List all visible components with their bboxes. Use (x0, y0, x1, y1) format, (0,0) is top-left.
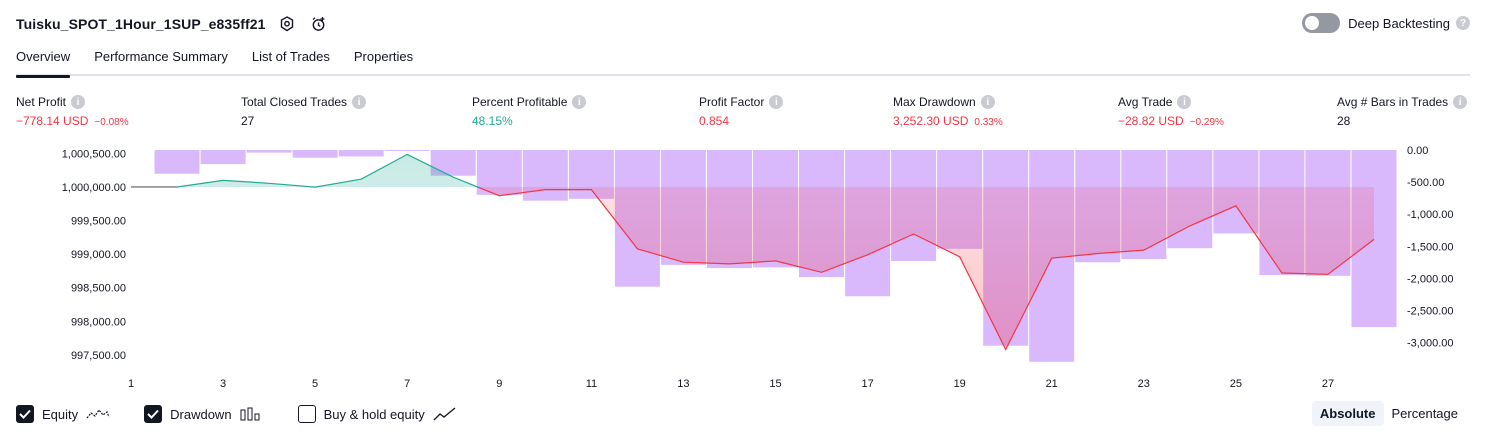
metric-max-drawdown: Max Drawdown i 3,252.30 USD 0.33% (893, 94, 1003, 128)
metric-value: 48.15% (472, 114, 513, 128)
metric-label: Percent Profitable (472, 95, 568, 109)
metric-value: 3,252.30 USD (893, 114, 969, 128)
chart-legend: Equity Drawdown Buy & hold equity (16, 403, 491, 425)
metric-label: Profit Factor (699, 95, 765, 109)
left-axis-tick: 997,500.00 (71, 350, 126, 362)
drawdown-bar[interactable] (338, 150, 384, 157)
left-axis-tick: 998,500.00 (71, 283, 126, 295)
absolute-button[interactable]: Absolute (1311, 401, 1384, 426)
strategy-header: Tuisku_SPOT_1Hour_1SUP_e835ff21 (16, 12, 330, 36)
drawdown-bar[interactable] (154, 150, 200, 174)
metric-label: Avg Trade (1118, 95, 1173, 109)
x-axis-tick: 7 (404, 378, 410, 390)
metric-profit-factor: Profit Factor i 0.854 (699, 94, 784, 128)
buy-hold-checkbox[interactable] (297, 405, 316, 423)
info-icon[interactable]: i (572, 95, 587, 109)
tab-list-of-trades[interactable]: List of Trades (252, 46, 330, 76)
drawdown-bar[interactable] (292, 150, 338, 158)
bar-chart-icon (240, 406, 264, 422)
x-axis-tick: 1 (128, 378, 134, 390)
info-icon[interactable]: i (980, 95, 995, 109)
info-icon[interactable]: i (1453, 95, 1468, 109)
right-axis-tick: 0.00 (1407, 145, 1428, 157)
info-icon[interactable]: i (71, 95, 86, 109)
left-axis-tick: 1,000,500.00 (62, 148, 126, 160)
info-icon[interactable]: i (1177, 95, 1192, 109)
value-mode-switch: Absolute Percentage (1311, 401, 1467, 426)
metric-percent: −0.29% (1189, 117, 1224, 128)
deep-backtesting-toggle[interactable] (1302, 13, 1341, 33)
metric-value: −778.14 USD (16, 114, 89, 128)
right-axis-tick: -1,500.00 (1407, 241, 1453, 253)
drawdown-bar[interactable] (384, 150, 430, 151)
equity-checkbox[interactable] (16, 405, 34, 423)
info-icon[interactable]: i (352, 95, 367, 109)
x-axis-tick: 27 (1322, 378, 1334, 390)
drawdown-checkbox[interactable] (144, 405, 163, 423)
metric-label: Avg # Bars in Trades (1337, 95, 1449, 109)
left-axis-tick: 1,000,000.00 (62, 182, 126, 194)
metric-label: Max Drawdown (893, 95, 976, 109)
metric-label: Net Profit (16, 95, 67, 109)
metric-avg-trade: Avg Trade i −28.82 USD −0.29% (1118, 94, 1224, 128)
metric-value: 28 (1337, 114, 1351, 128)
trend-line-icon (433, 406, 457, 422)
tab-properties[interactable]: Properties (354, 46, 413, 76)
equity-toggle[interactable]: Equity (16, 405, 110, 423)
drawdown-label: Drawdown (170, 406, 232, 422)
right-axis-tick: -3,000.00 (1407, 338, 1453, 350)
x-axis-tick: 13 (677, 378, 689, 390)
x-axis-tick: 25 (1230, 378, 1242, 390)
equity-label: Equity (42, 406, 79, 422)
left-axis-tick: 998,000.00 (71, 316, 126, 328)
x-axis-tick: 5 (312, 378, 318, 390)
info-icon[interactable]: i (769, 95, 784, 109)
settings-icon[interactable] (276, 13, 298, 35)
tab-overview[interactable]: Overview (16, 46, 71, 78)
deep-backtesting-control: Deep Backtesting ? (1302, 13, 1470, 33)
metric-value: −28.82 USD (1118, 114, 1184, 128)
equity-line-icon (86, 406, 110, 422)
buy-hold-toggle[interactable]: Buy & hold equity (297, 405, 457, 423)
x-axis-tick: 15 (769, 378, 781, 390)
drawdown-toggle[interactable]: Drawdown (144, 405, 263, 423)
metric-net-profit: Net Profit i −778.14 USD −0.08% (16, 94, 129, 128)
drawdown-bar[interactable] (246, 150, 292, 153)
right-axis-tick: -1,000.00 (1407, 209, 1453, 221)
metric-value: 0.854 (699, 114, 730, 128)
right-axis-tick: -500.00 (1407, 177, 1444, 189)
metric-percent: 0.33% (974, 117, 1003, 128)
strategy-title: Tuisku_SPOT_1Hour_1SUP_e835ff21 (16, 16, 266, 32)
buy-hold-label: Buy & hold equity (323, 406, 425, 422)
metric-avg-bars-in-trades: Avg # Bars in Trades i 28 (1337, 94, 1468, 128)
x-axis-tick: 19 (954, 378, 966, 390)
metric-percent-profitable: Percent Profitable i 48.15% (472, 94, 587, 128)
tab-performance-summary[interactable]: Performance Summary (94, 46, 228, 76)
left-axis-tick: 999,000.00 (71, 249, 126, 261)
left-axis-tick: 999,500.00 (71, 216, 126, 228)
metric-percent: −0.08% (94, 117, 129, 128)
x-axis-tick: 3 (220, 378, 226, 390)
metric-value: 27 (241, 114, 255, 128)
deep-backtesting-label: Deep Backtesting (1348, 15, 1450, 31)
right-axis-tick: -2,500.00 (1407, 305, 1453, 317)
right-axis-tick: -2,000.00 (1407, 273, 1453, 285)
drawdown-bar[interactable] (522, 150, 568, 201)
add-alert-icon[interactable] (308, 13, 330, 35)
metric-total-closed-trades: Total Closed Trades i 27 (241, 94, 367, 128)
report-tabs: Overview Performance Summary List of Tra… (16, 46, 1470, 78)
metric-label: Total Closed Trades (241, 95, 348, 109)
x-axis-tick: 21 (1046, 378, 1058, 390)
drawdown-bar[interactable] (200, 150, 246, 165)
x-axis-tick: 17 (861, 378, 873, 390)
x-axis-tick: 9 (496, 378, 502, 390)
x-axis-tick: 11 (586, 378, 597, 390)
percentage-button[interactable]: Percentage (1384, 401, 1467, 426)
equity-drawdown-chart[interactable]: 1,000,500.00 1,000,000.00 999,500.00 999,00… (0, 140, 1486, 395)
help-icon[interactable]: ? (1456, 16, 1470, 30)
x-axis-tick: 23 (1138, 378, 1150, 390)
